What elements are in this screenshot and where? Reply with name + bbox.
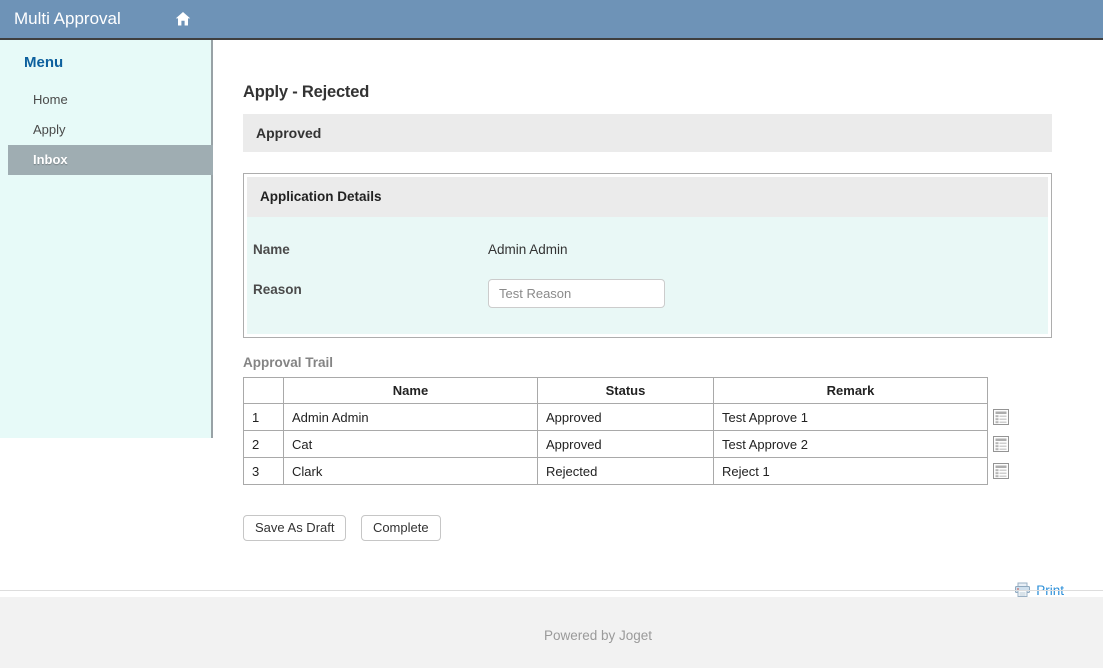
cell-index: 2 [244,431,284,458]
row-detail-icon[interactable] [993,409,1009,425]
cell-name: Admin Admin [284,404,538,431]
table-header-row: Name Status Remark [244,378,988,404]
col-header-status: Status [538,378,714,404]
sidebar: Menu Home Apply Inbox [0,40,211,438]
approval-trail-label: Approval Trail [243,355,1052,370]
row-detail-icon[interactable] [993,463,1009,479]
footer: Powered by Joget [0,597,1103,668]
sidebar-item-inbox[interactable]: Inbox [8,145,213,175]
complete-button[interactable]: Complete [361,515,441,541]
approval-trail-table: Name Status Remark 1 Admin Admin Approve… [243,377,988,485]
cell-remark: Test Approve 2 [714,431,988,458]
cell-name: Clark [284,458,538,485]
row-detail-icon[interactable] [993,436,1009,452]
cell-status: Rejected [538,458,714,485]
row-action-icons [993,377,1009,490]
reason-label: Reason [253,279,488,297]
col-header-name: Name [284,378,538,404]
save-as-draft-button[interactable]: Save As Draft [243,515,346,541]
table-row: 2 Cat Approved Test Approve 2 [244,431,988,458]
cell-remark: Reject 1 [714,458,988,485]
table-row: 3 Clark Rejected Reject 1 [244,458,988,485]
name-label: Name [253,239,488,257]
sidebar-item-apply[interactable]: Apply [0,115,211,145]
approval-trail-grid: Name Status Remark 1 Admin Admin Approve… [243,377,1052,490]
cell-index: 1 [244,404,284,431]
field-row-reason: Reason [253,279,1042,308]
col-header-remark: Remark [714,378,988,404]
main-content: Apply - Rejected Approved Application De… [213,40,1103,597]
footer-divider [0,590,1103,591]
cell-status: Approved [538,431,714,458]
app-title: Multi Approval [14,0,121,38]
cell-remark: Test Approve 1 [714,404,988,431]
form-actions: Save As Draft Complete [243,515,1052,541]
cell-index: 3 [244,458,284,485]
reason-input[interactable] [488,279,665,308]
top-nav: Multi Approval [0,0,1103,40]
table-row: 1 Admin Admin Approved Test Approve 1 [244,404,988,431]
cell-name: Cat [284,431,538,458]
panel-body: Name Admin Admin Reason [247,217,1048,334]
sidebar-menu: Home Apply Inbox [0,85,211,175]
field-row-name: Name Admin Admin [253,239,1042,257]
home-icon[interactable] [175,11,191,27]
sidebar-menu-heading: Menu [24,54,211,72]
application-details-panel: Application Details Name Admin Admin Rea… [243,173,1052,338]
sidebar-item-home[interactable]: Home [0,85,211,115]
name-value: Admin Admin [488,239,568,257]
cell-status: Approved [538,404,714,431]
panel-title: Application Details [247,177,1048,217]
status-section-header: Approved [243,114,1052,152]
page-title: Apply - Rejected [243,83,1052,102]
powered-by-text: Powered by Joget [213,597,983,643]
col-header-index [244,378,284,404]
